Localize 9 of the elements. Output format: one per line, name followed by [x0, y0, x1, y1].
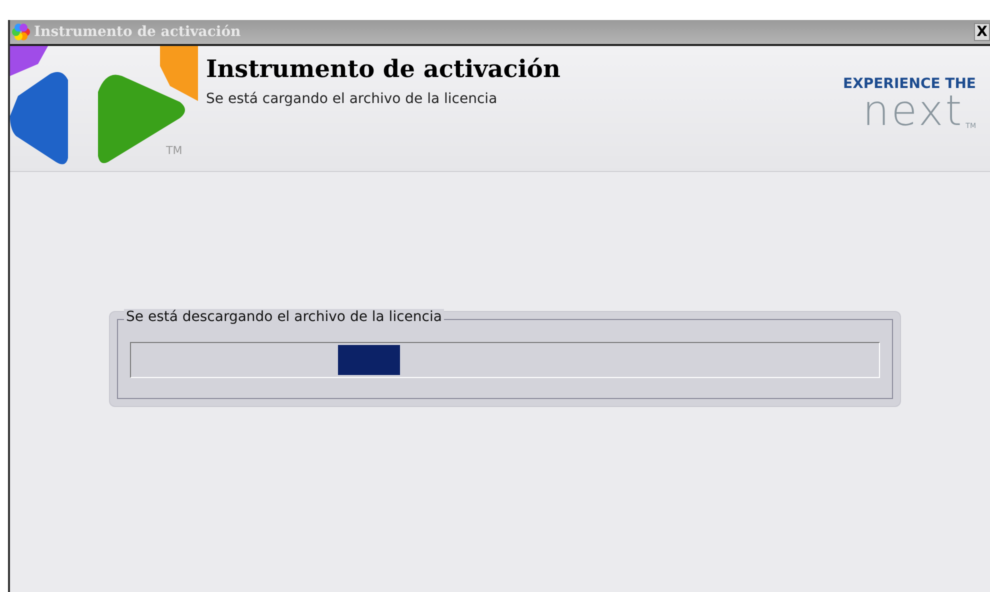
header-title: Instrumento de activación: [206, 54, 562, 83]
trademark-mark: TM: [166, 144, 182, 157]
brand-tagline: EXPERIENCE THE: [843, 76, 976, 92]
brand-wordmark: next: [862, 92, 964, 130]
window-title: Instrumento de activación: [34, 24, 242, 40]
close-button[interactable]: X: [974, 23, 990, 41]
header-subtitle: Se está cargando el archivo de la licencia: [206, 91, 498, 107]
flower-icon: [12, 23, 30, 41]
group-label: Se está descargando el archivo de la licencia: [124, 309, 444, 325]
